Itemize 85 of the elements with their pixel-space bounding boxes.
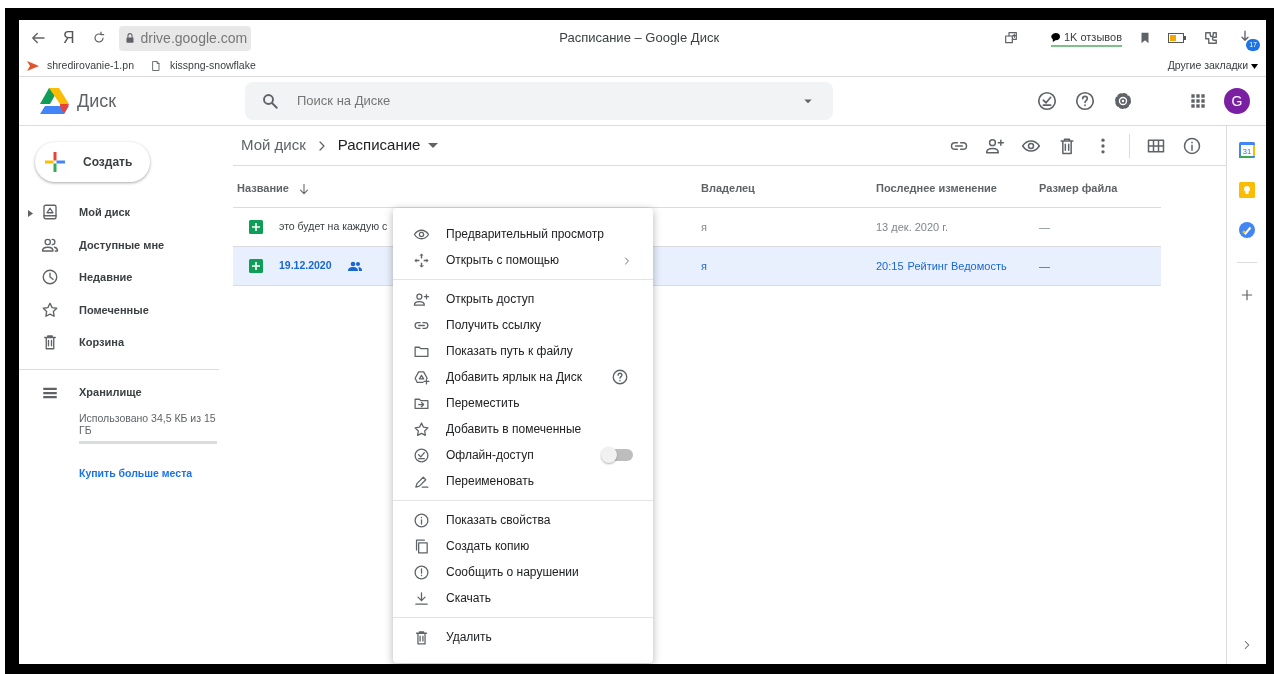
breadcrumb-item[interactable]: Расписание xyxy=(329,134,447,157)
reviews-button[interactable]: 1K отзывов xyxy=(1050,28,1122,48)
four-arrows-icon xyxy=(413,251,430,269)
file-name: 19.12.2020 xyxy=(279,258,332,274)
menu-item[interactable]: Показать свойства xyxy=(393,507,653,533)
offline-status-icon[interactable] xyxy=(1036,90,1058,112)
battery-icon[interactable] xyxy=(1168,33,1186,43)
sidebar-item[interactable]: Недавние xyxy=(19,261,219,294)
app-title: Диск xyxy=(77,89,118,113)
menu-item[interactable]: Открыть доступ xyxy=(393,286,653,312)
menu-item[interactable]: Открыть с помощью xyxy=(393,247,653,273)
info-icon xyxy=(413,511,430,529)
page-title: Расписание – Google Диск xyxy=(559,29,720,48)
file-name: это будет на каждую с xyxy=(279,219,388,235)
avatar[interactable]: G xyxy=(1224,88,1250,114)
buy-storage-link[interactable]: Купить больше места xyxy=(79,465,219,482)
check-circle-icon xyxy=(413,446,430,464)
help-icon[interactable] xyxy=(1074,90,1096,112)
trash-icon xyxy=(413,628,430,646)
copy-icon xyxy=(413,537,430,555)
menu-item[interactable]: Добавить в помеченные xyxy=(393,416,653,442)
search-field[interactable]: Поиск на Диске xyxy=(295,90,783,112)
storage-label: Хранилище xyxy=(79,385,142,401)
clock-icon xyxy=(41,268,59,287)
sidebar-item[interactable]: Доступные мне xyxy=(19,228,219,261)
owner-text: я xyxy=(701,259,707,272)
modified-by: Рейтинг Ведомость xyxy=(907,258,1007,274)
sidebar-item[interactable]: Мой диск xyxy=(19,196,219,229)
download-icon xyxy=(413,589,430,607)
tabs-icon[interactable] xyxy=(1002,30,1019,46)
trash-icon xyxy=(41,333,59,352)
owner-text: я xyxy=(701,220,707,233)
help-icon[interactable] xyxy=(611,368,629,387)
info-icon[interactable] xyxy=(1182,135,1202,156)
column-header[interactable]: Владелец xyxy=(701,180,755,197)
search-icon[interactable] xyxy=(261,92,279,110)
storage-usage-text: Использовано 34,5 КБ из 15 ГБ xyxy=(79,411,217,437)
apps-icon[interactable] xyxy=(1188,91,1208,111)
file-size: — xyxy=(1039,259,1050,272)
spreadsheet-icon xyxy=(249,220,263,234)
address-field[interactable]: drive.google.com xyxy=(118,25,252,51)
bookmark-link[interactable]: kisspng-snowflake xyxy=(149,58,256,74)
caret-icon xyxy=(1251,63,1258,69)
star-icon xyxy=(413,420,430,438)
plus-icon xyxy=(43,150,67,174)
column-header[interactable]: Название xyxy=(237,180,289,197)
menu-item[interactable]: Показать путь к файлу xyxy=(393,338,653,364)
menu-item[interactable]: Удалить xyxy=(393,624,653,650)
create-button[interactable]: Создать xyxy=(35,142,150,182)
menu-item[interactable]: Добавить ярлык на Диск xyxy=(393,364,653,390)
menu-item[interactable]: Сообщить о нарушении xyxy=(393,559,653,585)
menu-item[interactable]: Офлайн-доступ xyxy=(393,442,653,468)
offline-toggle[interactable] xyxy=(603,449,633,461)
file-size: — xyxy=(1039,220,1050,233)
arrow-icon xyxy=(27,61,39,71)
caret-icon xyxy=(428,143,439,148)
drive-shortcut-icon xyxy=(413,368,430,386)
browser-logo-button[interactable]: Я xyxy=(63,26,75,50)
other-bookmarks-button[interactable]: Другие закладки xyxy=(1167,58,1258,74)
exclamation-icon xyxy=(413,563,430,581)
menu-item[interactable]: Получить ссылку xyxy=(393,312,653,338)
expand-icon[interactable] xyxy=(27,209,33,217)
sidebar-item[interactable]: Помеченные xyxy=(19,293,219,326)
tasks-icon[interactable] xyxy=(1238,222,1255,238)
menu-item[interactable]: Предварительный просмотр xyxy=(393,221,653,247)
drive-logo[interactable] xyxy=(39,88,69,114)
star-icon xyxy=(41,300,59,319)
speech-bubble-icon xyxy=(1050,32,1060,42)
settings-icon[interactable] xyxy=(1112,90,1134,112)
page-icon xyxy=(149,60,162,72)
column-header[interactable]: Последнее изменение xyxy=(876,180,997,197)
modified-date: 13 дек. 2020 г. xyxy=(876,219,948,235)
drive-icon xyxy=(41,203,59,222)
menu-item[interactable]: Переместить xyxy=(393,390,653,416)
menu-item[interactable]: Создать копию xyxy=(393,533,653,559)
spreadsheet-icon xyxy=(249,259,263,273)
menu-item[interactable]: Переименовать xyxy=(393,468,653,494)
column-header[interactable]: Размер файла xyxy=(1039,180,1118,197)
search-bar[interactable]: Поиск на Диске xyxy=(245,82,833,120)
bookmark-link[interactable]: shredirovanie-1.pn xyxy=(27,58,134,74)
breadcrumb-item[interactable]: Мой диск xyxy=(233,134,314,157)
modified-date: 20:15 xyxy=(876,258,904,274)
sidebar-item[interactable]: Корзина xyxy=(19,326,219,359)
menu-item[interactable]: Скачать xyxy=(393,585,653,611)
extension-icon[interactable] xyxy=(1202,29,1220,47)
